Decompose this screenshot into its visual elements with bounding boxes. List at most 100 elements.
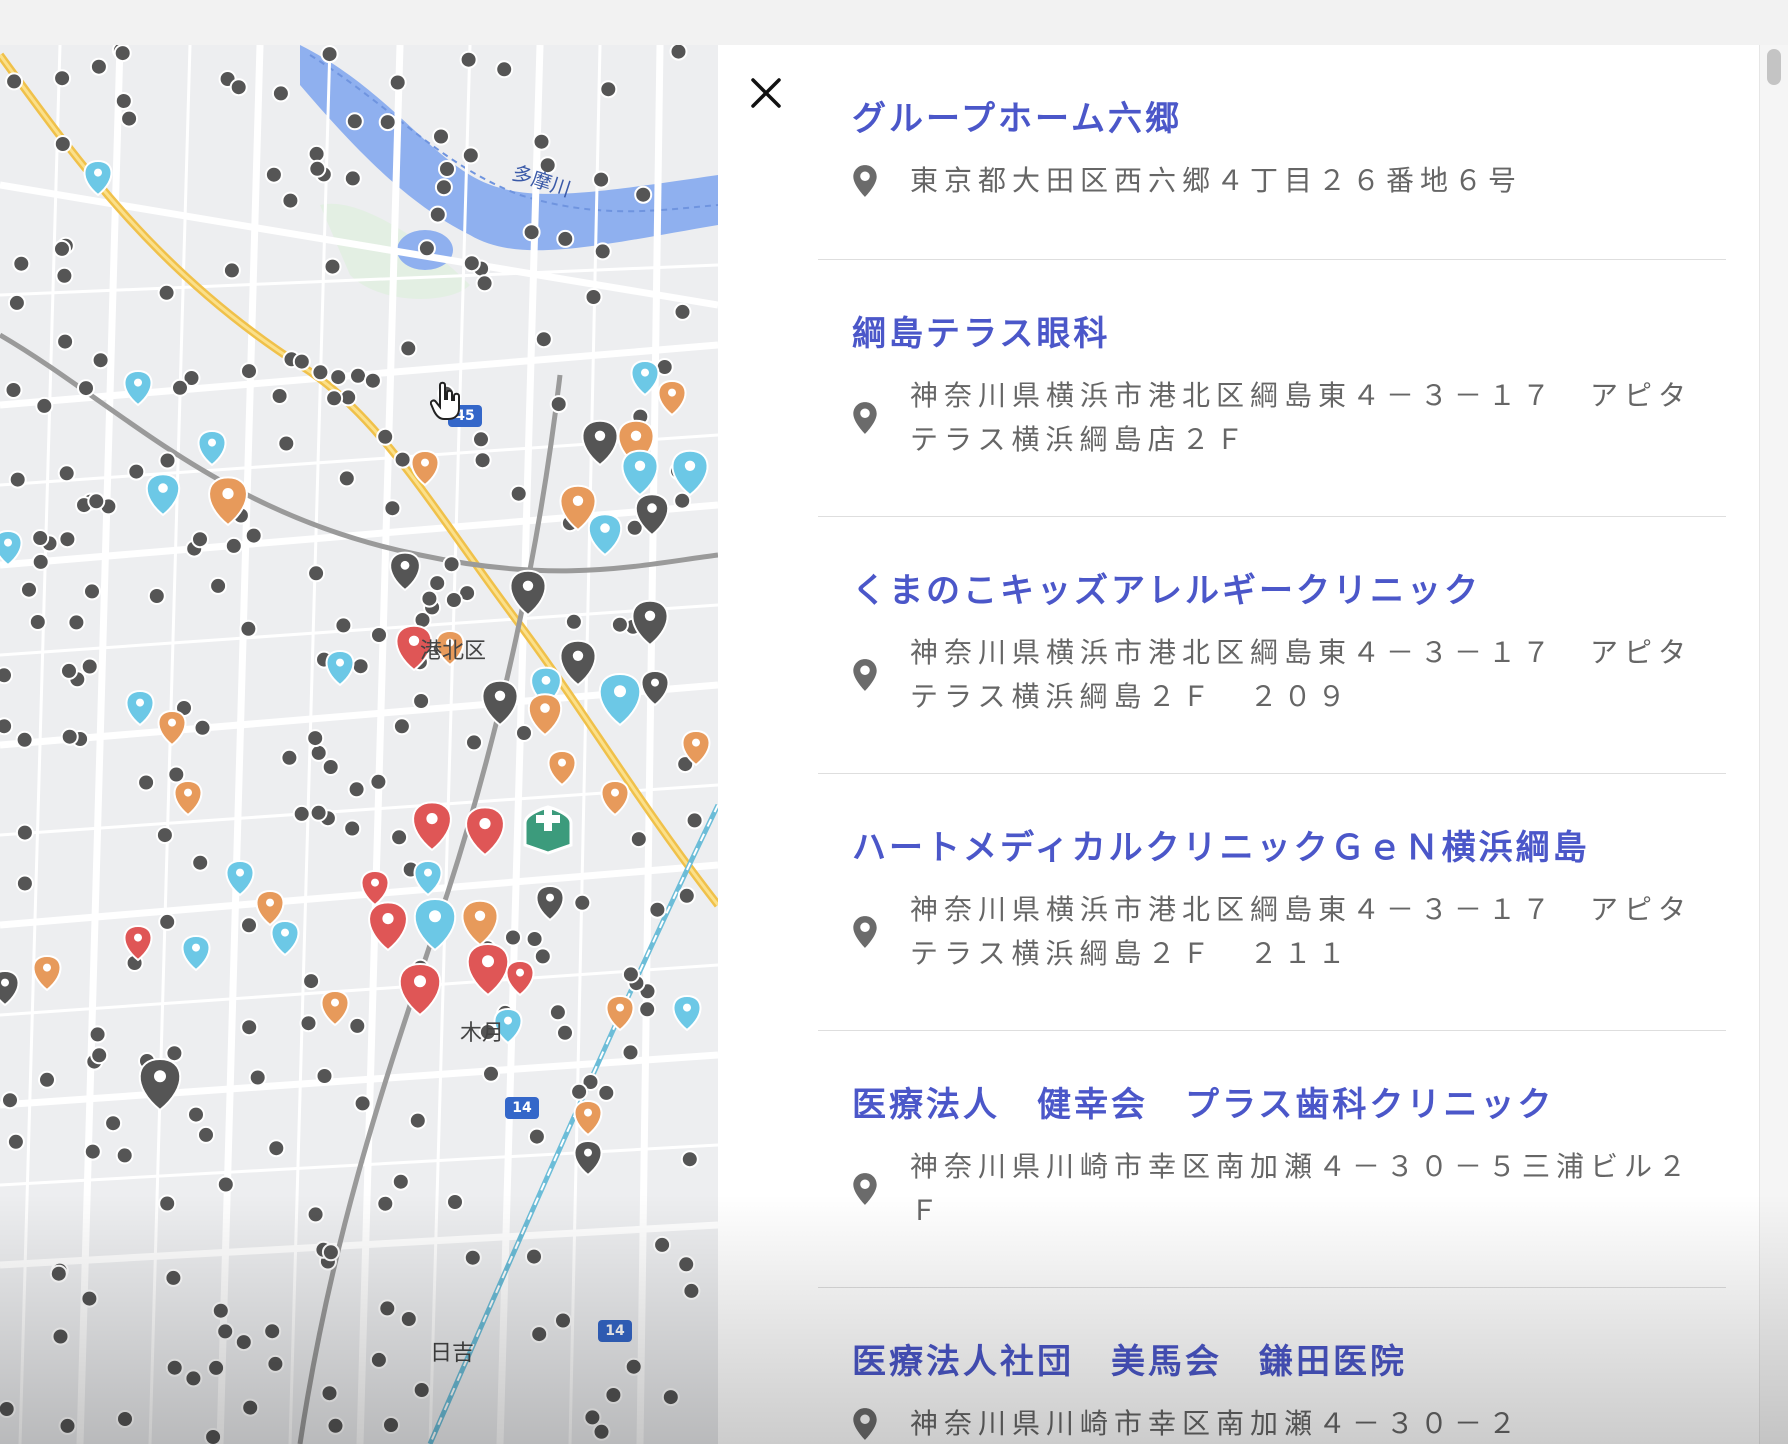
map-dot-marker[interactable] [67,613,86,632]
facility-name[interactable]: ハートメディカルクリニックＧｅＮ横浜綱島 [852,826,1692,870]
map-dot-marker[interactable] [321,1243,340,1262]
map-dot-marker[interactable] [420,589,439,608]
map-dot-marker[interactable] [309,743,328,762]
map-dot-marker[interactable] [465,733,483,752]
map-pin-marker[interactable] [0,529,23,567]
map-dot-marker[interactable] [376,1194,395,1213]
map-dot-marker[interactable] [4,381,23,399]
map-dot-marker[interactable] [87,492,106,511]
map-dot-marker[interactable] [280,748,299,767]
map-pin-marker[interactable] [481,679,519,727]
facility-name[interactable]: 綱島テラス眼科 [852,312,1692,356]
map-dot-marker[interactable] [211,1301,230,1320]
map-dot-marker[interactable] [325,389,344,408]
map-dot-marker[interactable] [20,580,38,599]
map-dot-marker[interactable] [428,205,447,224]
map-dot-marker[interactable] [83,1142,102,1161]
map-dot-marker[interactable] [509,484,528,503]
map-dot-marker[interactable] [204,1428,223,1444]
map-dot-marker[interactable] [6,1132,25,1151]
map-dot-marker[interactable] [307,144,326,163]
map-dot-marker[interactable] [495,60,514,79]
map-pin-marker[interactable] [581,419,619,467]
map-dot-marker[interactable] [556,1023,574,1042]
map-pin-marker[interactable] [320,989,350,1027]
map-dot-marker[interactable] [120,109,139,128]
map-dot-marker[interactable] [193,718,212,737]
map-dot-marker[interactable] [399,1310,418,1328]
map-dot-marker[interactable] [306,729,325,748]
map-dot-marker[interactable] [534,330,553,349]
map-dot-marker[interactable] [224,536,243,555]
map-pin-marker[interactable] [657,379,687,417]
map-dot-marker[interactable] [345,112,364,131]
list-item[interactable]: ハートメディカルクリニックＧｅＮ横浜綱島 神奈川県横浜市港北区綱島東４－３－１７… [818,774,1726,1031]
map-dot-marker[interactable] [473,451,492,470]
map-dot-marker[interactable] [171,378,189,397]
map-dot-marker[interactable] [334,616,353,635]
map-dot-marker[interactable] [351,657,370,676]
map-dot-marker[interactable] [504,928,522,947]
map-dot-marker[interactable] [281,191,300,210]
map-pin-marker[interactable] [509,569,547,617]
map-dot-marker[interactable] [114,92,133,110]
map-dot-marker[interactable] [270,387,289,405]
map-dot-marker[interactable] [391,1172,410,1191]
map-dot-marker[interactable] [264,165,283,184]
map-dot-marker[interactable] [472,430,490,449]
map-dot-marker[interactable] [165,1358,184,1377]
map-dot-marker[interactable] [390,828,409,847]
map-pin-marker[interactable] [547,749,577,787]
map-dot-marker[interactable] [49,1264,68,1283]
map-dot-marker[interactable] [55,266,74,285]
map-dot-marker[interactable] [157,283,176,302]
map-dot-marker[interactable] [15,730,34,749]
map-view[interactable]: 多摩川 港北区 木月 日吉 45 14 14 [0,45,718,1444]
map-dot-marker[interactable] [115,1146,134,1165]
map-dot-marker[interactable] [599,80,618,99]
map-pin-marker[interactable] [461,899,499,947]
map-dot-marker[interactable] [680,1150,699,1169]
facility-name[interactable]: 医療法人社団 美馬会 鎌田医院 [852,1340,1692,1384]
map-pin-marker[interactable] [573,1139,603,1177]
map-dot-marker[interactable] [321,758,340,776]
map-dot-marker[interactable] [38,1070,56,1089]
map-dot-marker[interactable] [5,72,24,91]
map-dot-marker[interactable] [240,362,258,381]
map-pin-marker[interactable] [125,689,155,727]
map-dot-marker[interactable] [158,451,177,470]
map-dot-marker[interactable] [104,1114,123,1133]
map-dot-marker[interactable] [234,1333,253,1352]
map-dot-marker[interactable] [216,1322,235,1341]
map-dot-marker[interactable] [53,69,72,88]
map-pin-marker[interactable] [671,449,709,497]
map-dot-marker[interactable] [326,1416,345,1435]
map-dot-marker[interactable] [412,1381,431,1399]
map-dot-marker[interactable] [58,530,77,549]
map-pin-marker[interactable] [360,869,390,907]
map-pin-marker[interactable] [527,693,563,737]
map-pin-marker[interactable] [672,994,702,1032]
map-dot-marker[interactable] [12,254,31,273]
map-dot-marker[interactable] [393,450,412,469]
map-dot-marker[interactable] [638,1000,657,1019]
map-dot-marker[interactable] [35,396,54,415]
map-dot-marker[interactable] [311,363,330,382]
map-dot-marker[interactable] [113,45,132,63]
map-dot-marker[interactable] [669,45,688,61]
map-dot-marker[interactable] [349,366,367,385]
list-item[interactable]: くまのこキッズアレルギークリニック 神奈川県横浜市港北区綱島東４－３－１７ アピ… [818,517,1726,774]
map-dot-marker[interactable] [593,242,612,261]
map-dot-marker[interactable] [353,1094,372,1113]
map-dot-marker[interactable] [592,1422,611,1441]
map-dot-marker[interactable] [80,1289,99,1308]
map-dot-marker[interactable] [408,1111,427,1130]
map-pin-marker[interactable] [0,969,20,1007]
map-dot-marker[interactable] [51,1327,70,1346]
map-dot-marker[interactable] [229,78,248,97]
map-dot-marker[interactable] [187,1105,205,1124]
map-dot-marker[interactable] [307,564,326,583]
facility-name[interactable]: 医療法人 健幸会 プラス歯科クリニック [852,1083,1692,1127]
map-dot-marker[interactable] [475,274,494,293]
map-dot-marker[interactable] [263,1322,282,1341]
